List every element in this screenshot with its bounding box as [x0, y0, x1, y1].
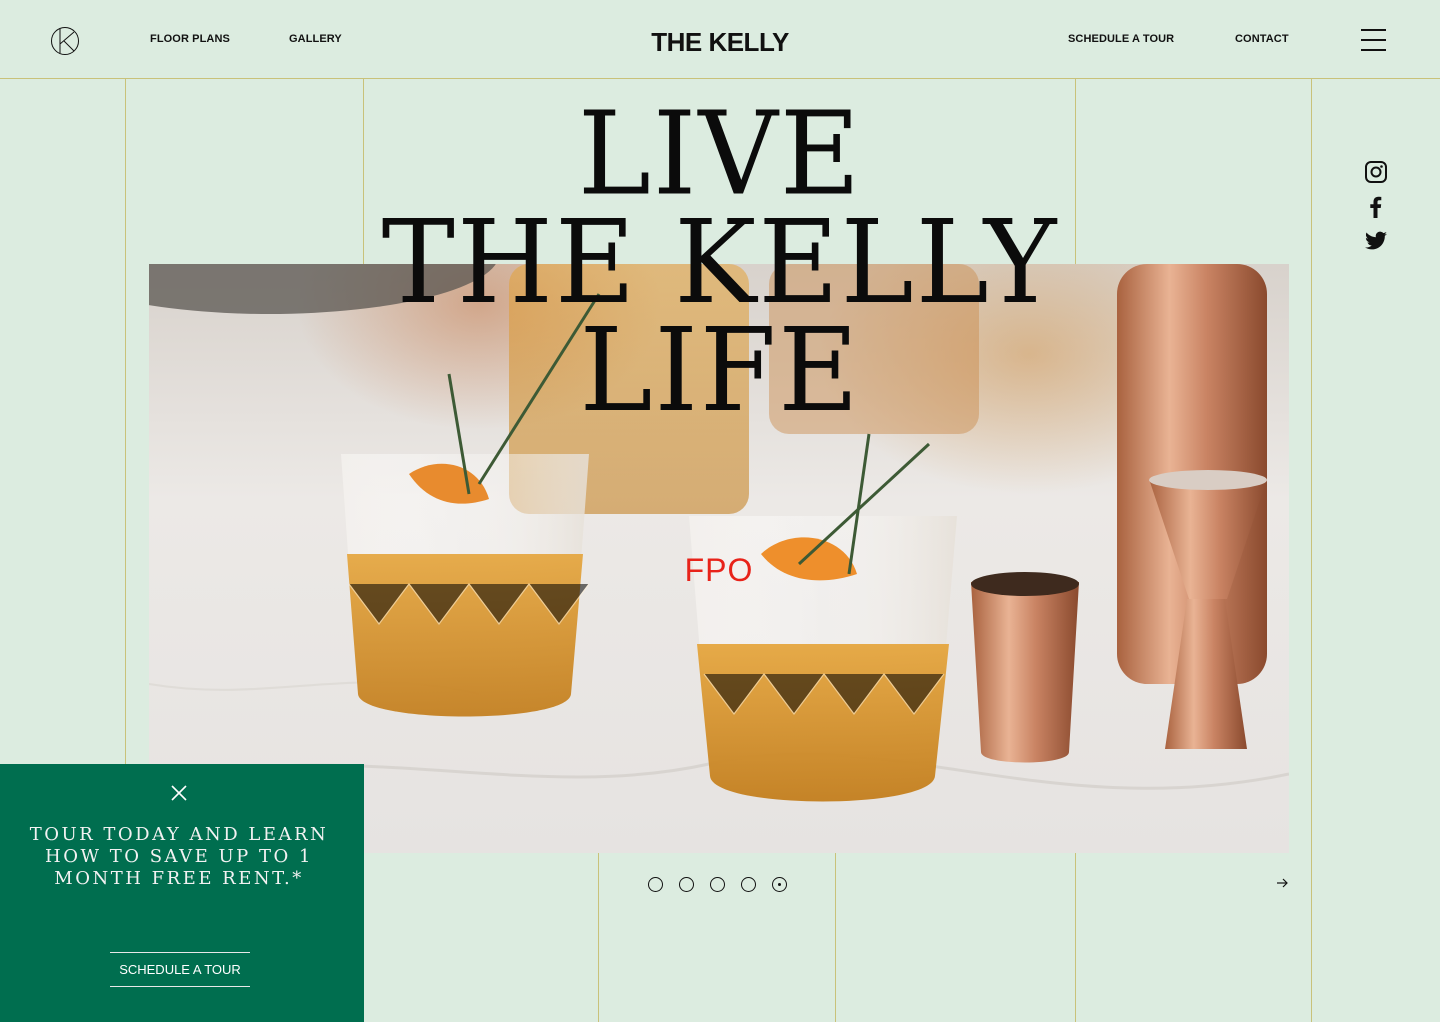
- headline-line: THE KELLY: [381, 194, 1059, 330]
- site-header: FLOOR PLANS GALLERY THE KELLY SCHEDULE A…: [0, 0, 1440, 79]
- headline-line: LIFE: [579, 302, 861, 438]
- schedule-tour-button[interactable]: SCHEDULE A TOUR: [110, 952, 250, 987]
- brand-title[interactable]: THE KELLY: [0, 27, 1440, 58]
- carousel-dot-5-active[interactable]: [772, 877, 787, 892]
- grid-line: [598, 853, 599, 1022]
- placeholder-label: FPO: [684, 552, 754, 588]
- menu-bar: [1361, 39, 1386, 41]
- headline-line: LIVE: [577, 86, 863, 222]
- carousel-dot-2[interactable]: [679, 877, 694, 892]
- tour-promo-panel: Tour today and learn how to save up to 1…: [0, 764, 364, 1022]
- carousel-dot-4[interactable]: [741, 877, 756, 892]
- hero-headline: LIVE THE KELLY LIFE: [0, 86, 1440, 438]
- nav-contact[interactable]: CONTACT: [1235, 33, 1289, 45]
- nav-schedule-a-tour[interactable]: SCHEDULE A TOUR: [1068, 33, 1174, 45]
- promo-message: Tour today and learn how to save up to 1…: [29, 824, 329, 889]
- carousel-dot-3[interactable]: [710, 877, 725, 892]
- carousel-dot-1[interactable]: [648, 877, 663, 892]
- menu-bar: [1361, 29, 1386, 31]
- arrow-right-icon[interactable]: [1275, 876, 1289, 890]
- grid-line: [835, 853, 836, 1022]
- close-icon[interactable]: [170, 784, 188, 802]
- hamburger-menu-icon[interactable]: [1361, 29, 1386, 51]
- menu-bar: [1361, 49, 1386, 51]
